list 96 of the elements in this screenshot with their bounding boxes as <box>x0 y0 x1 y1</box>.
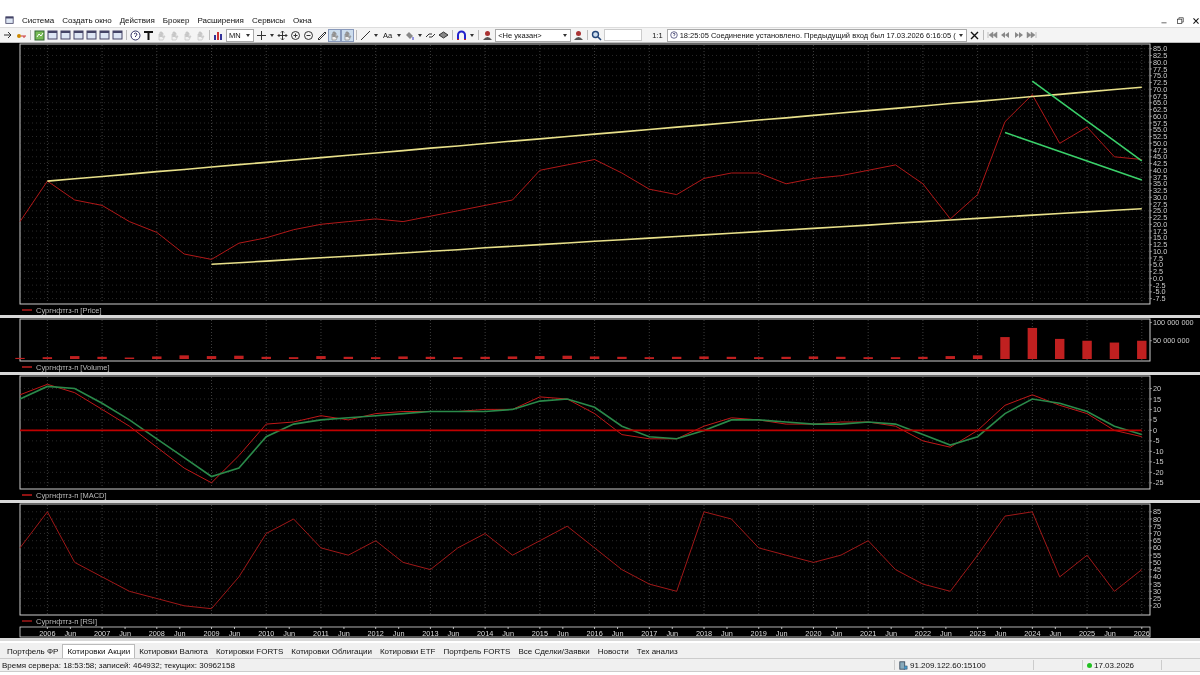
crosshair-icon[interactable] <box>256 29 267 41</box>
zoom-in-icon[interactable] <box>290 29 301 41</box>
caret-icon[interactable] <box>396 32 403 38</box>
tab[interactable]: Котировки Акции <box>62 644 136 658</box>
caret-icon <box>245 32 251 38</box>
menu-item[interactable]: Брокер <box>162 16 190 25</box>
volume-bar <box>343 356 354 359</box>
caret-icon[interactable] <box>373 32 379 38</box>
info-icon <box>669 31 678 39</box>
caret-icon[interactable] <box>417 32 424 38</box>
ruler-icon[interactable] <box>316 29 327 41</box>
legend-line-icon <box>22 619 32 623</box>
close-icon[interactable] <box>1192 16 1200 25</box>
restore-icon[interactable] <box>1176 16 1184 25</box>
volume-bar <box>562 355 572 359</box>
volume-bar <box>1137 340 1147 359</box>
volume-bar <box>70 356 80 359</box>
volume-bar <box>1082 340 1092 359</box>
volume-bar <box>261 356 271 359</box>
window-icon[interactable] <box>86 29 97 41</box>
menu-item[interactable]: Действия <box>119 16 155 25</box>
arrow-icon[interactable] <box>3 29 14 41</box>
server-address: 91.209.122.60:15100 <box>910 660 986 670</box>
caret-icon[interactable] <box>469 32 476 38</box>
chart-icon[interactable] <box>34 29 45 41</box>
line-tool-icon[interactable] <box>360 29 371 41</box>
volume-bar <box>234 355 244 359</box>
volume-bar <box>206 356 217 359</box>
volume-bar <box>535 356 545 359</box>
search-icon[interactable] <box>591 29 603 41</box>
tab[interactable]: Тех анализ <box>632 645 682 658</box>
volume-bar <box>1109 342 1120 359</box>
last-icon[interactable] <box>1025 29 1037 41</box>
tab[interactable]: Котировки FORTS <box>211 645 288 658</box>
volume-bar <box>945 356 955 359</box>
move-icon[interactable] <box>277 29 288 41</box>
volume-bar <box>179 355 189 359</box>
volume-bar <box>1055 338 1065 359</box>
server-icon <box>899 660 908 670</box>
legend-line-icon <box>22 308 32 312</box>
window-icon[interactable] <box>60 29 71 41</box>
volume-bar <box>1027 327 1038 359</box>
text-tool-icon[interactable] <box>143 29 154 41</box>
caret-icon[interactable] <box>269 32 275 38</box>
volume-bar <box>918 356 928 359</box>
first-icon[interactable] <box>986 29 998 41</box>
search-field[interactable] <box>604 29 643 41</box>
legend-line-icon <box>22 493 32 497</box>
volume-bar <box>425 356 436 359</box>
window-icon[interactable] <box>99 29 110 41</box>
volume-bar <box>1000 337 1010 359</box>
menu-item[interactable]: Расширения <box>197 16 244 25</box>
date-label: 17.03.2026 <box>1094 660 1135 670</box>
volume-bar <box>836 356 846 359</box>
volume-bar <box>589 356 600 359</box>
layers-icon[interactable] <box>438 29 450 41</box>
hand-icon[interactable] <box>342 29 353 41</box>
window-icon[interactable] <box>47 29 58 41</box>
tab[interactable]: Котировки Облигации <box>287 645 376 658</box>
legend-line-icon <box>22 365 32 369</box>
tab[interactable]: Новости <box>593 645 633 658</box>
window-icon[interactable] <box>73 29 84 41</box>
volume-bar <box>617 356 627 359</box>
tab[interactable]: Все Сделки/Заявки <box>514 645 594 658</box>
caret-icon <box>957 32 964 38</box>
volume-bar <box>480 356 490 359</box>
volume-bar <box>97 356 107 359</box>
bar-chart-icon[interactable] <box>213 29 224 41</box>
volume-bar <box>398 356 408 359</box>
person-icon[interactable] <box>482 29 494 41</box>
window-icon[interactable] <box>5 16 14 25</box>
menu-item[interactable]: Окна <box>293 16 312 25</box>
magnet-icon[interactable] <box>456 29 468 41</box>
tab[interactable]: Портфель ФР <box>3 645 63 658</box>
volume-bar <box>671 356 682 359</box>
volume-bar <box>726 356 737 359</box>
close-icon[interactable] <box>968 29 980 41</box>
menu-item[interactable]: Система <box>22 16 55 25</box>
tab[interactable]: Портфель FORTS <box>439 645 515 658</box>
caret-icon <box>562 32 569 38</box>
volume-bar <box>699 356 709 359</box>
volume-bar <box>507 356 518 359</box>
volume-bar <box>808 356 819 359</box>
volume-bar <box>152 356 162 359</box>
tab[interactable]: Котировки Валюта <box>135 645 212 658</box>
server-time-text: Время сервера: 18:53:58; записей: 464932; текущих: 30962158 <box>2 660 236 670</box>
help-icon[interactable] <box>130 29 141 41</box>
tab[interactable]: Котировки ETF <box>375 645 440 658</box>
menu-item[interactable]: Создать окно <box>62 16 112 25</box>
volume-bar <box>972 355 983 359</box>
menu-item[interactable]: Сервисы <box>251 16 286 25</box>
volume-bar <box>781 356 791 359</box>
zoom-out-icon[interactable] <box>303 29 314 41</box>
person-icon[interactable] <box>573 29 585 41</box>
volume-bar <box>316 356 326 359</box>
window-icon[interactable] <box>112 29 123 41</box>
